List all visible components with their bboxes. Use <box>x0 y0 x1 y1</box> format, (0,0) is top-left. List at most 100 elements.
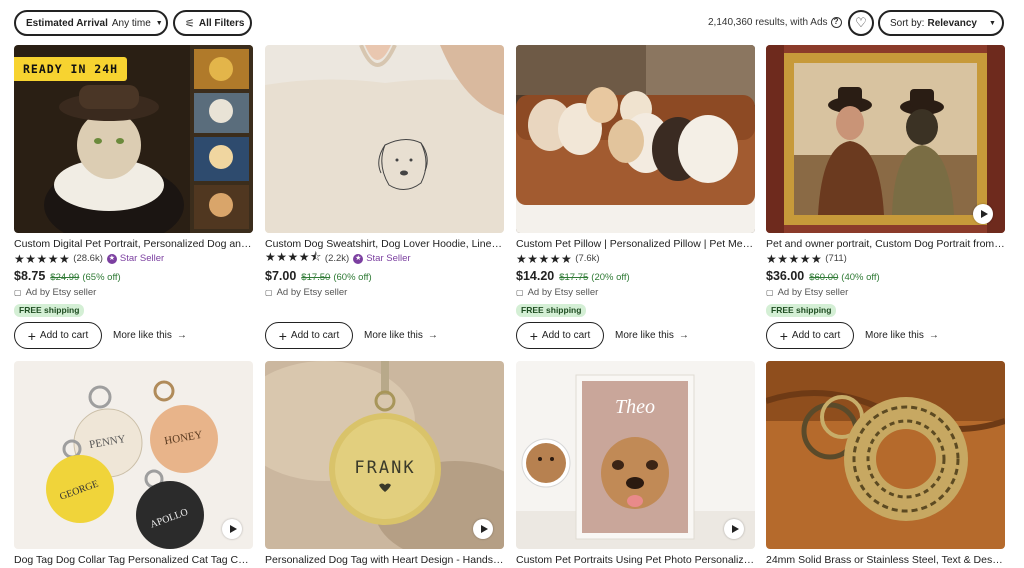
star-seller-label: Star Seller <box>119 253 165 264</box>
product-image[interactable]: PENNY HONEY GEORGE APOLLO <box>14 361 253 549</box>
ad-text: Ad by Etsy seller <box>777 287 849 298</box>
original-price: $60.00 <box>809 272 839 283</box>
free-shipping-badge: FREE shipping <box>14 304 85 317</box>
sort-value: Relevancy <box>927 17 977 29</box>
product-title[interactable]: Custom Pet Portraits Using Pet Photo Per… <box>516 554 755 566</box>
add-to-cart-label: Add to cart <box>541 330 591 341</box>
ad-info-icon: ▢ <box>265 288 273 297</box>
all-filters-button[interactable]: ⚟ All Filters <box>173 10 252 36</box>
star-seller-label: Star Seller <box>366 253 411 264</box>
product-title[interactable]: Custom Digital Pet Portrait, Personalize… <box>14 238 253 250</box>
play-video-button[interactable] <box>473 519 493 539</box>
ad-info-icon: ▢ <box>766 288 774 297</box>
product-card[interactable]: FRANK Personalized Dog Tag with Heart De… <box>265 361 504 568</box>
discount-percent: (40% off) <box>841 272 880 283</box>
discount-percent: (60% off) <box>333 272 372 283</box>
estimated-arrival-label: Estimated Arrival <box>26 17 108 29</box>
ad-info-icon: ▢ <box>516 288 524 297</box>
product-image[interactable] <box>766 361 1005 549</box>
ad-label[interactable]: ▢ Ad by Etsy seller <box>516 287 598 298</box>
product-card[interactable]: PENNY HONEY GEORGE APOLLO Dog Tag Dog Co… <box>14 361 253 568</box>
product-title[interactable]: Pet and owner portrait, Custom Dog Portr… <box>766 238 1005 250</box>
play-icon <box>229 525 237 533</box>
free-shipping-badge: FREE shipping <box>766 304 837 317</box>
product-image[interactable]: FRANK <box>265 361 504 549</box>
product-card[interactable]: Custom Dog Sweatshirt, Dog Lover Hoodie,… <box>265 45 504 355</box>
product-title[interactable]: Personalized Dog Tag with Heart Design -… <box>265 554 504 566</box>
star-rating-icons: ★★★★⯪ <box>265 250 322 264</box>
sale-price: $7.00 <box>265 269 297 283</box>
sale-price: $8.75 <box>14 269 46 283</box>
review-count: (7.6k) <box>575 253 600 264</box>
add-to-cart-label: Add to cart <box>39 330 89 341</box>
discount-percent: (20% off) <box>591 272 630 283</box>
arrow-right-icon: → <box>928 330 939 341</box>
more-like-this-link[interactable]: More like this → <box>865 330 939 341</box>
play-video-button[interactable] <box>222 519 242 539</box>
product-card[interactable]: READY IN 24H Custom Digital Pet Portrait… <box>14 45 253 355</box>
arrow-right-icon: → <box>427 330 438 341</box>
pet-name-theo: Theo <box>615 396 655 418</box>
product-card[interactable]: Theo Custom Pet Portraits Using Pet Phot… <box>516 361 755 568</box>
results-count: 2,140,360 results, with Ads ? <box>708 17 842 28</box>
help-icon[interactable]: ? <box>830 17 842 28</box>
play-video-button[interactable] <box>973 204 993 224</box>
product-rating: ★★★★⯪ (2.2k) ★ Star Seller <box>265 250 411 265</box>
product-image[interactable]: READY IN 24H <box>14 45 253 233</box>
add-to-cart-button[interactable]: + Add to cart <box>14 322 102 349</box>
all-filters-label: All Filters <box>198 17 245 29</box>
product-image[interactable] <box>516 45 755 233</box>
ad-label[interactable]: ▢ Ad by Etsy seller <box>14 287 96 298</box>
product-title[interactable]: Dog Tag Dog Collar Tag Personalized Cat … <box>14 554 253 566</box>
more-like-this-link[interactable]: More like this → <box>113 330 187 341</box>
product-image[interactable]: Theo <box>516 361 755 549</box>
product-card[interactable]: 24mm Solid Brass or Stainless Steel, Tex… <box>766 361 1005 568</box>
price-row: $7.00 $17.50 (60% off) <box>265 269 372 283</box>
dog-tag-frank: FRANK <box>354 458 415 478</box>
plus-icon: + <box>779 327 788 344</box>
results-text: 2,140,360 results, with Ads <box>708 17 828 28</box>
more-like-this-label: More like this <box>113 330 172 341</box>
product-card[interactable]: Custom Pet Pillow | Personalized Pillow … <box>516 45 755 355</box>
more-like-this-link[interactable]: More like this → <box>364 330 438 341</box>
product-title[interactable]: Custom Pet Pillow | Personalized Pillow … <box>516 238 755 250</box>
favorite-search-button[interactable]: ♡ <box>848 10 874 36</box>
arrow-right-icon: → <box>176 330 187 341</box>
more-like-this-label: More like this <box>615 330 674 341</box>
product-rating: ★★★★★ (711) <box>766 251 847 266</box>
play-icon <box>980 210 988 218</box>
star-rating-icons: ★★★★★ <box>766 251 823 266</box>
heart-icon: ♡ <box>855 15 867 30</box>
original-price: $17.75 <box>559 272 589 283</box>
chevron-down-icon: ▼ <box>988 19 996 27</box>
ad-label[interactable]: ▢ Ad by Etsy seller <box>766 287 848 298</box>
more-like-this-link[interactable]: More like this → <box>615 330 689 341</box>
filter-sliders-icon: ⚟ <box>185 17 195 30</box>
ad-info-icon: ▢ <box>14 288 22 297</box>
sort-dropdown[interactable]: Sort by: Relevancy ▼ <box>878 10 1004 36</box>
sort-label: Sort by: <box>890 17 925 29</box>
estimated-arrival-dropdown[interactable]: Estimated Arrival Any time ▼ <box>14 10 168 36</box>
add-to-cart-label: Add to cart <box>791 330 841 341</box>
add-to-cart-button[interactable]: + Add to cart <box>516 322 604 349</box>
product-image[interactable] <box>766 45 1005 233</box>
product-title[interactable]: 24mm Solid Brass or Stainless Steel, Tex… <box>766 554 1005 566</box>
product-image[interactable] <box>265 45 504 233</box>
plus-icon: + <box>27 327 36 344</box>
add-to-cart-button[interactable]: + Add to cart <box>265 322 353 349</box>
ad-label[interactable]: ▢ Ad by Etsy seller <box>265 287 347 298</box>
ad-text: Ad by Etsy seller <box>25 287 97 298</box>
plus-icon: + <box>529 327 538 344</box>
arrow-right-icon: → <box>678 330 689 341</box>
add-to-cart-button[interactable]: + Add to cart <box>766 322 854 349</box>
review-count: (711) <box>825 253 847 264</box>
star-rating-icons: ★★★★★ <box>14 251 71 266</box>
original-price: $17.50 <box>301 272 331 283</box>
play-video-button[interactable] <box>724 519 744 539</box>
star-seller-icon: ★ <box>106 253 117 264</box>
review-count: (2.2k) <box>324 253 350 264</box>
product-card[interactable]: Pet and owner portrait, Custom Dog Portr… <box>766 45 1005 355</box>
play-icon <box>480 525 488 533</box>
original-price: $24.99 <box>50 272 80 283</box>
plus-icon: + <box>278 327 287 344</box>
